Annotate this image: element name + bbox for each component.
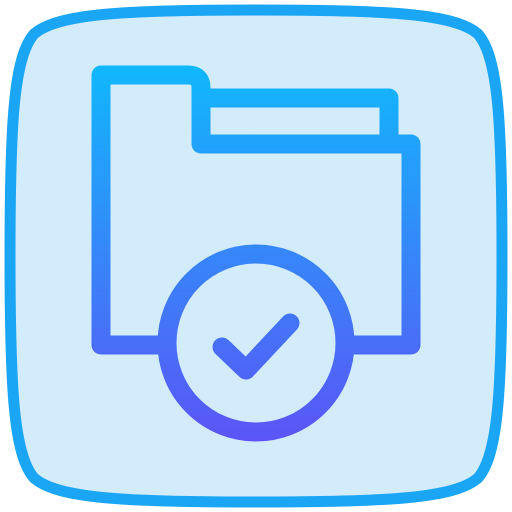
folder-check-icon xyxy=(4,4,508,508)
